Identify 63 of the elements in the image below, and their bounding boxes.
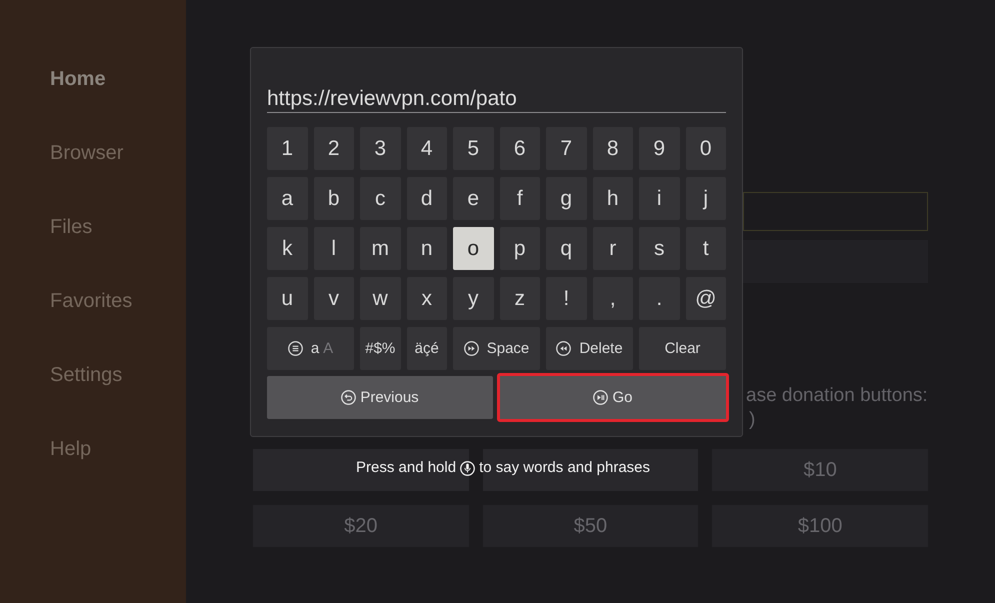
accents-key[interactable]: äçé <box>406 327 447 370</box>
key[interactable]: p <box>500 227 540 270</box>
fast-forward-icon <box>464 341 479 356</box>
clear-key[interactable]: Clear <box>639 327 726 370</box>
key[interactable]: r <box>592 227 633 270</box>
key[interactable]: o <box>453 227 494 270</box>
key[interactable]: g <box>546 177 586 220</box>
key[interactable]: w <box>360 277 400 320</box>
key[interactable]: 4 <box>406 127 447 170</box>
key[interactable]: a <box>267 177 308 220</box>
case-key[interactable]: a A <box>267 327 354 370</box>
key[interactable]: n <box>406 227 447 270</box>
list-lines-icon <box>288 341 303 356</box>
key[interactable]: h <box>592 177 633 220</box>
prompt-text: ) <box>749 408 756 432</box>
rewind-icon <box>556 341 572 356</box>
case-option: a <box>310 340 320 357</box>
key[interactable]: 0 <box>686 127 726 170</box>
delete-key[interactable]: Delete <box>546 327 633 370</box>
hint-text: to say words and phrases <box>479 459 650 477</box>
prompt-text: ase donation buttons: <box>746 384 928 408</box>
key[interactable]: l <box>314 227 354 270</box>
key[interactable]: , <box>592 277 633 320</box>
key[interactable]: . <box>639 277 680 320</box>
key[interactable]: b <box>314 177 354 220</box>
key[interactable]: e <box>453 177 494 220</box>
key[interactable]: 9 <box>639 127 680 170</box>
key[interactable]: 1 <box>267 127 308 170</box>
previous-button[interactable]: Previous <box>267 376 493 419</box>
key[interactable]: 7 <box>546 127 586 170</box>
key[interactable]: ! <box>546 277 586 320</box>
key[interactable]: j <box>686 177 726 220</box>
microphone-icon <box>460 460 476 476</box>
key[interactable]: 2 <box>314 127 354 170</box>
key[interactable]: v <box>314 277 354 320</box>
play-pause-icon <box>593 390 608 405</box>
case-option: A <box>323 340 334 357</box>
input-field[interactable] <box>743 192 928 231</box>
sidebar-item[interactable]: Home <box>50 67 106 91</box>
space-key[interactable]: Space <box>453 327 540 370</box>
symbols-key[interactable]: #$% <box>360 327 400 370</box>
key[interactable]: 3 <box>360 127 400 170</box>
key[interactable]: q <box>546 227 586 270</box>
key[interactable]: u <box>267 277 308 320</box>
key[interactable]: c <box>360 177 400 220</box>
key[interactable]: 5 <box>453 127 494 170</box>
key[interactable]: t <box>686 227 726 270</box>
key[interactable]: x <box>406 277 447 320</box>
key[interactable]: i <box>639 177 680 220</box>
key[interactable]: d <box>406 177 447 220</box>
key[interactable]: k <box>267 227 308 270</box>
key[interactable]: @ <box>686 277 726 320</box>
key[interactable]: 8 <box>592 127 633 170</box>
go-button[interactable]: Go <box>497 373 729 422</box>
key[interactable]: z <box>500 277 540 320</box>
key[interactable]: y <box>453 277 494 320</box>
hint-text: Press and hold <box>356 459 456 477</box>
key[interactable]: m <box>360 227 400 270</box>
key[interactable]: s <box>639 227 680 270</box>
donation-button[interactable] <box>253 449 469 491</box>
key[interactable]: 6 <box>500 127 540 170</box>
key[interactable]: f <box>500 177 540 220</box>
url-input[interactable]: https://reviewvpn.com/pato <box>267 86 726 113</box>
